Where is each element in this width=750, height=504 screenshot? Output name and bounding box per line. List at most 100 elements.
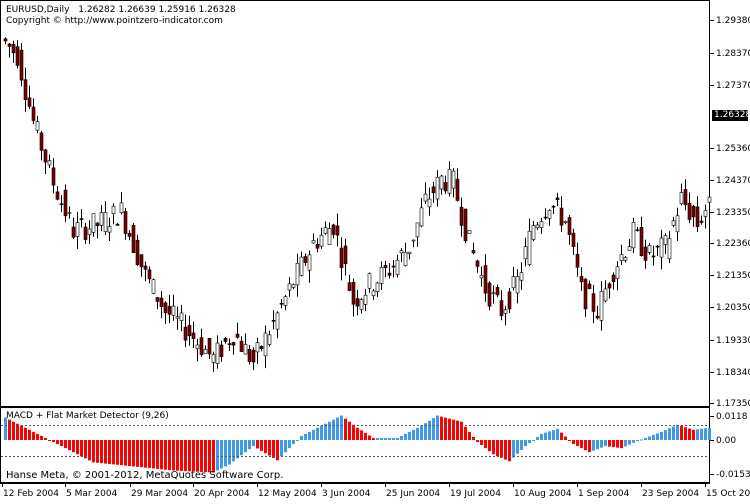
candle xyxy=(280,299,283,308)
candle xyxy=(48,155,51,168)
candle xyxy=(172,295,175,321)
histogram-bar xyxy=(608,440,611,447)
candle xyxy=(496,284,499,297)
time-tick-label: 25 Jun 2004 xyxy=(386,489,440,499)
histogram-bar xyxy=(88,440,91,460)
histogram-bar xyxy=(696,429,699,440)
histogram-bar xyxy=(292,440,295,444)
histogram-bar xyxy=(688,429,691,440)
candle xyxy=(104,201,107,235)
copyright-label: Copyright © http://www.pointzero-indicat… xyxy=(6,16,223,26)
candle xyxy=(500,290,503,320)
candle xyxy=(600,281,603,331)
histogram-bar xyxy=(144,440,147,468)
candle xyxy=(568,215,571,245)
candle xyxy=(524,238,527,267)
histogram-bar xyxy=(572,440,575,444)
candle xyxy=(688,193,691,224)
histogram-bar xyxy=(268,440,271,456)
current-price-tag: 1.26328 xyxy=(712,110,748,121)
symbol-label: EURUSD,Daily xyxy=(6,5,69,15)
candle xyxy=(348,275,351,292)
histogram-bar xyxy=(380,438,383,440)
candle xyxy=(216,335,219,368)
time-tick-label: 5 Mar 2004 xyxy=(66,489,118,499)
histogram-bar xyxy=(132,440,135,466)
candle xyxy=(144,262,147,282)
histogram-bar xyxy=(516,440,519,454)
candle xyxy=(564,221,567,225)
price-tick-label: 1.23350 xyxy=(716,208,750,218)
candle xyxy=(396,255,399,278)
candle xyxy=(304,253,307,266)
candle xyxy=(372,289,375,300)
histogram-bar xyxy=(576,440,579,446)
candle xyxy=(24,68,27,112)
candle xyxy=(148,266,151,283)
histogram-bar xyxy=(528,440,531,443)
time-tick-label: 1 Sep 2004 xyxy=(578,489,630,499)
histogram-bar xyxy=(36,434,39,440)
candle xyxy=(276,311,279,338)
histogram-bar xyxy=(64,440,67,448)
price-tick-label: 1.18340 xyxy=(716,368,750,378)
histogram-bar xyxy=(420,426,423,440)
histogram-bar xyxy=(524,440,527,446)
candle xyxy=(428,187,431,215)
histogram-bar xyxy=(168,440,171,470)
price-tick-label: 1.19330 xyxy=(716,336,750,346)
histogram-bar xyxy=(232,440,235,461)
histogram-bar xyxy=(668,428,671,440)
histogram-bar xyxy=(308,432,311,440)
candle xyxy=(508,288,511,313)
histogram-bar xyxy=(316,428,319,440)
histogram-bar xyxy=(272,440,275,458)
candle xyxy=(652,246,655,266)
candle xyxy=(232,342,235,355)
candle xyxy=(88,220,91,244)
candle xyxy=(436,170,439,207)
candle xyxy=(180,305,183,331)
candle xyxy=(476,260,479,273)
candle xyxy=(528,219,531,267)
price-tick-label: 1.21350 xyxy=(716,271,750,281)
histogram-bar xyxy=(508,440,511,461)
candle xyxy=(632,218,635,253)
histogram-bar xyxy=(56,440,59,444)
histogram-bar xyxy=(388,438,391,440)
candle xyxy=(316,238,319,252)
histogram-bar xyxy=(556,429,559,440)
price-pane-frame xyxy=(1,1,710,407)
indicator-tick-label: 0.0118 xyxy=(716,412,748,422)
candle xyxy=(228,338,231,351)
histogram-bar xyxy=(140,440,143,467)
candle xyxy=(344,239,347,276)
candle xyxy=(460,198,463,237)
histogram-bar xyxy=(220,440,223,468)
histogram-bar xyxy=(432,418,435,440)
indicator-footer: Hanse Meta, © 2001-2012, MetaQuotes Soft… xyxy=(6,471,283,481)
macd-histogram xyxy=(4,416,711,473)
histogram-bar xyxy=(568,440,571,441)
histogram-bar xyxy=(584,440,587,450)
histogram-bar xyxy=(448,419,451,440)
price-tick-label: 1.20350 xyxy=(716,303,750,313)
candle xyxy=(356,290,359,315)
histogram-bar xyxy=(124,440,127,466)
candle xyxy=(100,205,103,231)
candle xyxy=(204,345,207,353)
histogram-bar xyxy=(340,416,343,440)
histogram-bar xyxy=(544,433,547,440)
histogram-bar xyxy=(636,440,639,441)
histogram-bar xyxy=(496,440,499,456)
chart-canvas[interactable]: 1.293801.283701.273701.253601.243701.233… xyxy=(0,0,750,500)
histogram-bar xyxy=(412,430,415,440)
candle xyxy=(60,195,63,212)
candle xyxy=(268,331,271,347)
candle xyxy=(592,285,595,323)
candle xyxy=(220,341,223,362)
histogram-bar xyxy=(324,424,327,440)
candle xyxy=(636,227,639,232)
histogram-bar xyxy=(588,440,591,452)
candle xyxy=(240,336,243,352)
